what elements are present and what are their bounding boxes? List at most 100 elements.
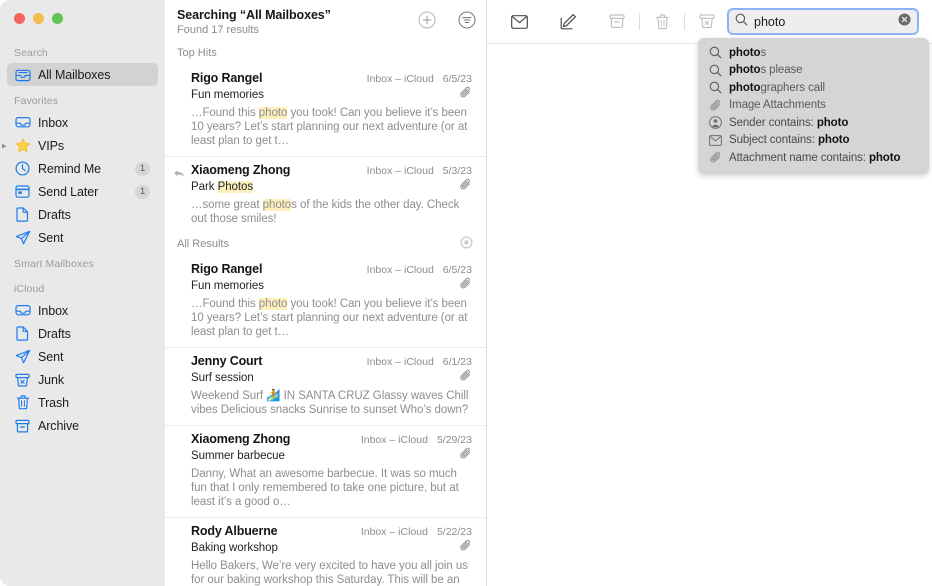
search-input-value[interactable]: photo	[754, 15, 785, 29]
message-mailbox: Inbox – iCloud	[361, 526, 428, 538]
search-suggestion-item[interactable]: photos	[698, 44, 929, 62]
sidebar-item-inbox[interactable]: Inbox	[7, 111, 158, 134]
sidebar-section-label: Search	[0, 38, 165, 63]
message-subject: Baking workshop	[191, 542, 278, 554]
junk-icon	[14, 371, 31, 388]
archive-icon[interactable]	[603, 10, 631, 34]
sidebar-item-trash[interactable]: Trash	[7, 391, 158, 414]
minimize-button[interactable]	[33, 13, 44, 24]
search-suggestion-label: Sender contains: photo	[729, 117, 848, 129]
document-icon	[14, 206, 31, 223]
message-sender: Rody Albuerne	[191, 524, 277, 538]
list-group-header: Top Hits	[165, 43, 486, 65]
sidebar-section-label: iCloud	[0, 274, 165, 299]
message-view-pane: » photo photosphotos pleaseph	[487, 0, 932, 586]
sidebar-item-send-later[interactable]: Send Later1	[7, 180, 158, 203]
message-preview: Weekend Surf 🏄 IN SANTA CRUZ Glassy wave…	[191, 389, 472, 417]
search-suggestion-item[interactable]: Attachment name contains: photo	[698, 149, 929, 167]
window-traffic-lights	[14, 13, 63, 24]
sidebar-item-archive[interactable]: Archive	[7, 414, 158, 437]
filter-icon[interactable]	[458, 11, 476, 29]
search-suggestion-item[interactable]: Image Attachments	[698, 97, 929, 115]
message-mailbox: Inbox – iCloud	[367, 73, 434, 85]
sidebar-item-label: Archive	[38, 419, 79, 433]
search-suggestion-label: Attachment name contains: photo	[729, 152, 900, 164]
message-row[interactable]: Rigo Rangel Inbox – iCloud 6/5/23 Fun memor…	[165, 256, 486, 347]
inbox-icon	[14, 114, 31, 131]
search-suggestion-label: Subject contains: photo	[729, 134, 849, 146]
search-suggestion-label: photos	[729, 47, 766, 59]
calendar-icon	[14, 183, 31, 200]
search-suggestion-label: photos please	[729, 64, 802, 76]
sidebar-item-junk[interactable]: Junk	[7, 368, 158, 391]
attachment-icon	[708, 151, 723, 164]
message-subject: Park Photos	[191, 181, 253, 193]
message-list-header: Searching “All Mailboxes” Found 17 resul…	[165, 0, 486, 43]
compose-icon[interactable]	[554, 10, 582, 34]
message-row[interactable]: Xiaomeng ZhongInbox – iCloud5/3/23Park P…	[165, 156, 486, 234]
toolbar-divider-2	[684, 13, 685, 30]
message-row[interactable]: Xiaomeng ZhongInbox – iCloud5/29/23Summe…	[165, 425, 486, 517]
sidebar-item-drafts[interactable]: Drafts	[7, 203, 158, 226]
message-date: 6/5/23	[443, 264, 472, 276]
list-group-icon[interactable]	[459, 235, 474, 253]
sidebar-item-label: Inbox	[38, 116, 68, 130]
mark-unread-icon[interactable]	[505, 10, 533, 34]
all-mailboxes-icon	[14, 66, 31, 83]
search-field[interactable]: photo	[727, 8, 919, 35]
chevron-right-icon[interactable]: ▸	[2, 141, 7, 150]
attachment-icon	[459, 447, 472, 465]
search-suggestion-item[interactable]: Subject contains: photo	[698, 132, 929, 150]
junk-icon[interactable]	[693, 10, 721, 34]
search-suggestion-item[interactable]: photographers call	[698, 79, 929, 97]
search-icon	[708, 46, 723, 59]
sidebar-item-vips[interactable]: ▸VIPs	[7, 134, 158, 157]
search-icon	[708, 64, 723, 77]
sidebar-item-remind-me[interactable]: Remind Me1	[7, 157, 158, 180]
message-date: 5/22/23	[437, 526, 472, 538]
sidebar-section-label: Smart Mailboxes	[0, 249, 165, 274]
search-icon	[735, 13, 748, 31]
attachment-icon	[459, 178, 472, 196]
person-icon	[708, 116, 723, 129]
search-suggestion-item[interactable]: photos please	[698, 62, 929, 80]
message-subject: Summer barbecue	[191, 450, 285, 462]
message-sender: Rigo Rangel	[191, 262, 262, 276]
delete-icon[interactable]	[648, 10, 676, 34]
search-icon	[708, 81, 723, 94]
mail-window: SearchAll MailboxesFavoritesInbox▸VIPsRe…	[0, 0, 932, 586]
sidebar-item-label: Trash	[38, 396, 69, 410]
sidebar-item-sent[interactable]: Sent	[7, 226, 158, 249]
close-button[interactable]	[14, 13, 25, 24]
message-row[interactable]: Rigo RangelInbox – iCloud6/5/23Fun memor…	[165, 65, 486, 156]
message-row[interactable]: Rody Albuerne Inbox – iCloud 5/22/23 Baking…	[165, 517, 486, 586]
message-mailbox: Inbox – iCloud	[367, 264, 434, 276]
zoom-button[interactable]	[52, 13, 63, 24]
message-list-pane: Searching “All Mailboxes” Found 17 resul…	[165, 0, 487, 586]
sidebar-item-sent[interactable]: Sent	[7, 345, 158, 368]
message-row[interactable]: Jenny CourtInbox – iCloud6/1/23Surf sess…	[165, 347, 486, 425]
sidebar-item-all-mailboxes[interactable]: All Mailboxes	[7, 63, 158, 86]
archive-icon	[14, 417, 31, 434]
attachment-icon	[459, 86, 472, 104]
message-date: 5/29/23	[437, 434, 472, 446]
add-icon[interactable]	[418, 11, 436, 29]
clock-icon	[14, 160, 31, 177]
message-sender: Xiaomeng Zhong	[191, 432, 290, 446]
star-icon	[14, 137, 31, 154]
sidebar-item-drafts[interactable]: Drafts	[7, 322, 158, 345]
message-preview: …Found this photo you took! Can you beli…	[191, 297, 472, 339]
message-preview: Danny, What an awesome barbecue. It was …	[191, 467, 472, 509]
clear-icon[interactable]	[898, 13, 911, 31]
message-subject: Fun memories	[191, 280, 264, 292]
search-suggestion-item[interactable]: Sender contains: photo	[698, 114, 929, 132]
message-preview: …Found this photo you took! Can you beli…	[191, 106, 472, 148]
sidebar-item-inbox[interactable]: Inbox	[7, 299, 158, 322]
sidebar: SearchAll MailboxesFavoritesInbox▸VIPsRe…	[0, 0, 165, 586]
document-icon	[14, 325, 31, 342]
search-suggestion-label: photographers call	[729, 82, 825, 94]
attachment-icon	[459, 539, 472, 557]
attachment-icon	[708, 99, 723, 112]
attachment-icon	[459, 369, 472, 387]
message-mailbox: Inbox – iCloud	[367, 356, 434, 368]
